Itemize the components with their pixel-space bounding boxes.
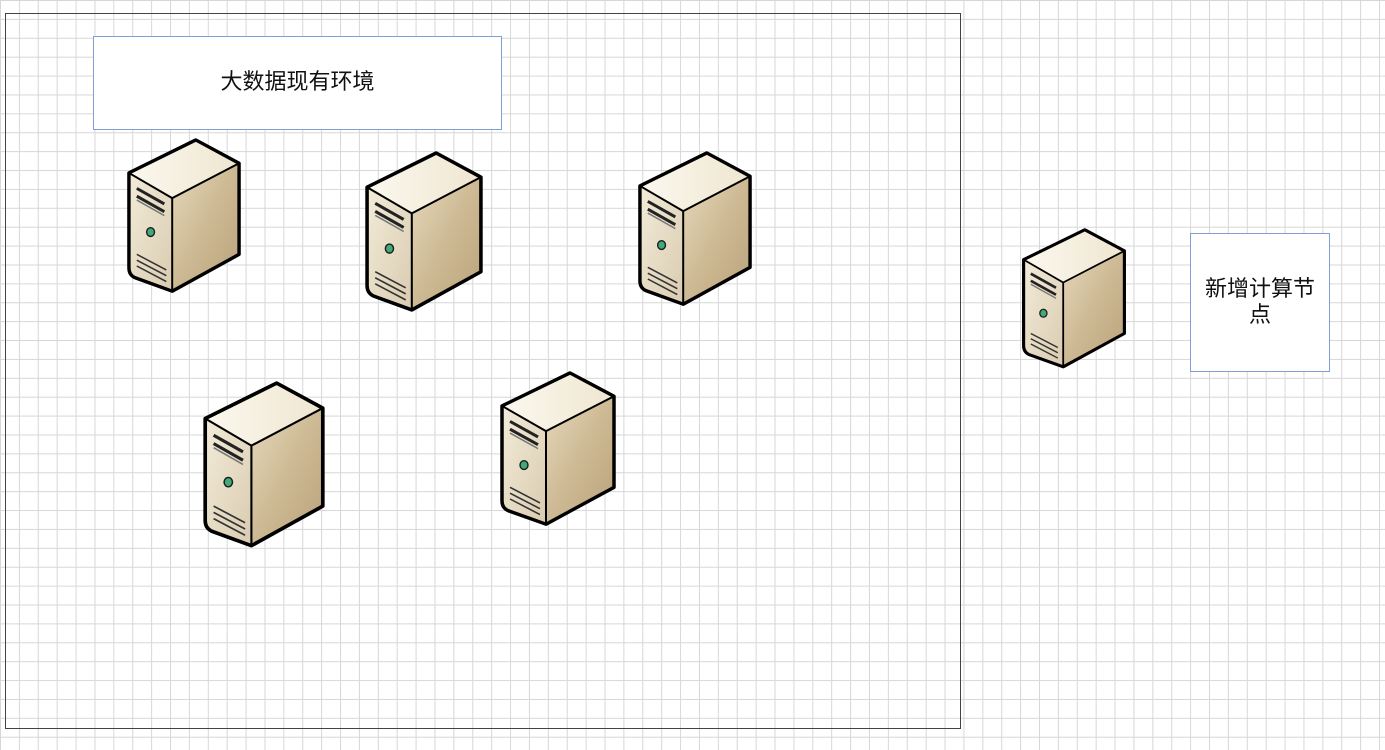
server-icon[interactable] — [1020, 228, 1128, 373]
server-graphic — [203, 381, 325, 548]
server-graphic — [365, 151, 483, 312]
server-icon[interactable] — [363, 151, 485, 317]
server-graphic — [1022, 228, 1126, 369]
server-icon[interactable] — [636, 151, 754, 311]
server-icon[interactable] — [498, 371, 618, 531]
new-node-label: 新增计算节点 — [1204, 277, 1315, 328]
server-graphic — [127, 138, 241, 293]
new-node-label-box[interactable]: 新增计算节点 — [1190, 233, 1330, 372]
existing-environment-label: 大数据现有环境 — [220, 70, 375, 96]
diagram-canvas: 大数据现有环境 新增计算节点 — [0, 0, 1385, 750]
server-icon[interactable] — [201, 381, 327, 553]
server-graphic — [638, 151, 752, 306]
existing-environment-label-box[interactable]: 大数据现有环境 — [93, 36, 502, 130]
server-icon[interactable] — [125, 138, 243, 298]
server-graphic — [500, 371, 616, 526]
